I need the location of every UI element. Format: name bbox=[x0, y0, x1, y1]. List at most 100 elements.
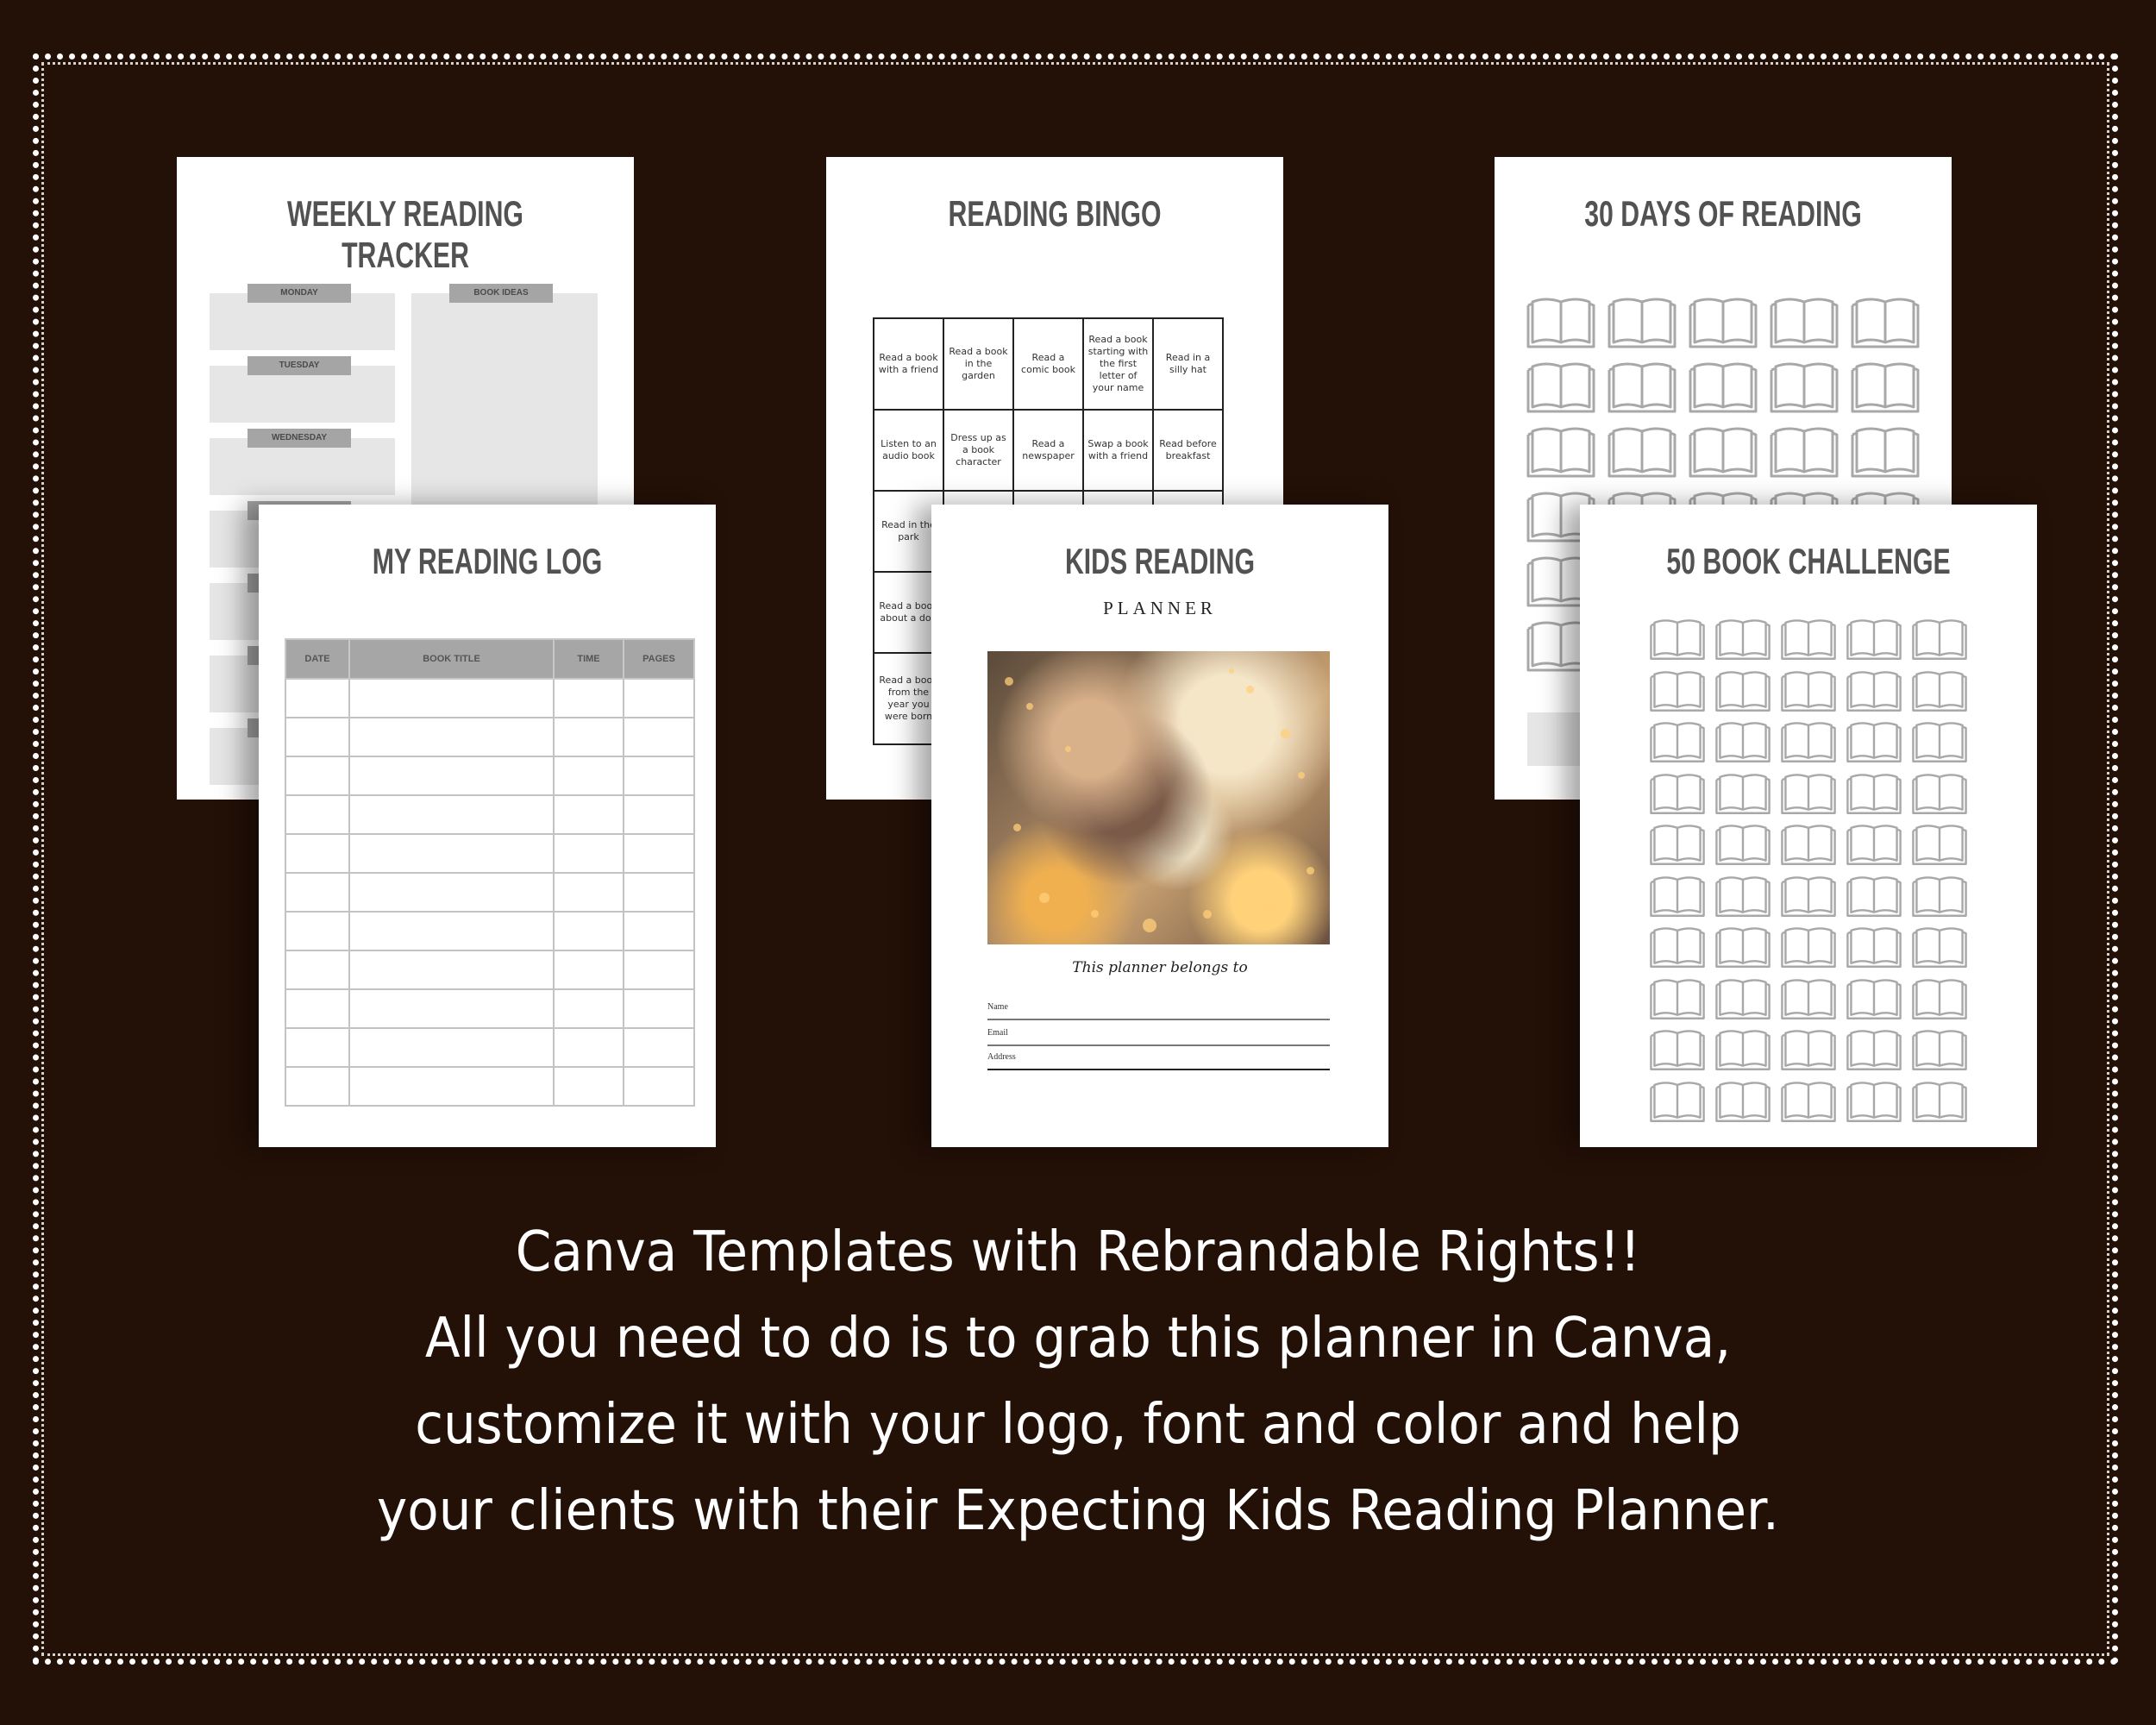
log-cell bbox=[623, 794, 695, 835]
open-book-icon bbox=[1714, 618, 1771, 670]
column-header: DATE bbox=[285, 638, 350, 680]
caption-line-1: Canva Templates with Rebrandable Rights!… bbox=[515, 1220, 1641, 1284]
open-book-icon bbox=[1911, 1081, 1968, 1132]
open-book-icon bbox=[1649, 773, 1706, 825]
bingo-cell: Read a book with a friend bbox=[873, 317, 944, 411]
open-book-icon bbox=[1780, 824, 1837, 875]
bokeh-light bbox=[1005, 677, 1013, 686]
open-book-icon bbox=[1649, 875, 1706, 927]
open-book-icon bbox=[1714, 1081, 1771, 1132]
log-cell bbox=[553, 1027, 624, 1068]
open-book-icon bbox=[1911, 773, 1968, 825]
cover-title: KIDS READING bbox=[1064, 541, 1256, 581]
open-book-icon bbox=[1780, 618, 1837, 670]
open-book-icon bbox=[1769, 426, 1839, 491]
open-book-icon bbox=[1649, 618, 1706, 670]
bokeh-light bbox=[1246, 686, 1254, 693]
bingo-cell: Read before breakfast bbox=[1152, 409, 1224, 492]
open-book-icon bbox=[1526, 426, 1596, 491]
log-cell bbox=[623, 911, 695, 951]
open-book-icon bbox=[1714, 978, 1771, 1030]
open-book-icon bbox=[1846, 721, 1902, 773]
open-book-icon bbox=[1911, 824, 1968, 875]
log-cell bbox=[623, 833, 695, 874]
log-cell bbox=[623, 1066, 695, 1107]
column-header: BOOK TITLE bbox=[348, 638, 555, 680]
log-cell bbox=[623, 717, 695, 757]
bingo-cell: Swap a book with a friend bbox=[1082, 409, 1154, 492]
log-cell bbox=[348, 1027, 555, 1068]
book-icon-grid bbox=[1649, 618, 1968, 1132]
page-title: MY READING LOG bbox=[372, 541, 603, 581]
log-row bbox=[285, 717, 695, 757]
belongs-to-label: This planner belongs to bbox=[1072, 959, 1248, 976]
bokeh-light bbox=[1013, 824, 1021, 831]
log-cell bbox=[285, 1027, 350, 1068]
log-row bbox=[285, 833, 695, 874]
open-book-icon bbox=[1769, 297, 1839, 361]
open-book-icon bbox=[1846, 670, 1902, 722]
log-cell bbox=[623, 950, 695, 990]
open-book-icon bbox=[1780, 773, 1837, 825]
log-cell bbox=[623, 678, 695, 718]
bokeh-light bbox=[1307, 867, 1314, 875]
bingo-cell: Listen to an audio book bbox=[873, 409, 944, 492]
open-book-icon bbox=[1911, 875, 1968, 927]
name-field: Name bbox=[987, 1001, 1330, 1020]
log-cell bbox=[348, 988, 555, 1029]
open-book-icon bbox=[1911, 926, 1968, 978]
log-cell bbox=[553, 678, 624, 718]
bingo-cell: Read a comic book bbox=[1012, 317, 1084, 411]
log-cell bbox=[553, 1066, 624, 1107]
reading-log-page: MY READING LOG DATE BOOK TITLE TIME PAGE… bbox=[259, 505, 716, 1147]
page-title: 30 DAYS OF READING bbox=[1584, 193, 1862, 234]
open-book-icon bbox=[1649, 670, 1706, 722]
log-cell bbox=[348, 794, 555, 835]
kids-reading-planner-cover: KIDS READING PLANNER This planner belong… bbox=[931, 505, 1388, 1147]
log-cell bbox=[285, 988, 350, 1029]
open-book-icon bbox=[1850, 426, 1921, 491]
cover-photo bbox=[987, 651, 1330, 944]
day-label: MONDAY bbox=[248, 284, 351, 303]
open-book-icon bbox=[1780, 1081, 1837, 1132]
open-book-icon bbox=[1846, 926, 1902, 978]
open-book-icon bbox=[1649, 1081, 1706, 1132]
bingo-row: Read a book with a friend Read a book in … bbox=[873, 317, 1224, 411]
open-book-icon bbox=[1714, 721, 1771, 773]
open-book-icon bbox=[1911, 618, 1968, 670]
open-book-icon bbox=[1688, 426, 1758, 491]
open-book-icon bbox=[1526, 297, 1596, 361]
log-row bbox=[285, 1066, 695, 1107]
reading-log-table: DATE BOOK TITLE TIME PAGES bbox=[285, 638, 695, 1107]
open-book-icon bbox=[1780, 978, 1837, 1030]
day-label: TUESDAY bbox=[248, 356, 351, 375]
cover-subtitle: PLANNER bbox=[1103, 598, 1217, 618]
open-book-icon bbox=[1780, 926, 1837, 978]
open-book-icon bbox=[1607, 426, 1677, 491]
open-book-icon bbox=[1714, 875, 1771, 927]
log-cell bbox=[553, 794, 624, 835]
open-book-icon bbox=[1846, 824, 1902, 875]
log-row bbox=[285, 794, 695, 835]
log-cell bbox=[285, 678, 350, 718]
caption-line-4: your clients with their Expecting Kids R… bbox=[377, 1479, 1779, 1543]
bokeh-light bbox=[1263, 901, 1275, 913]
open-book-icon bbox=[1846, 1029, 1902, 1081]
open-book-icon bbox=[1649, 721, 1706, 773]
open-book-icon bbox=[1714, 824, 1771, 875]
log-cell bbox=[285, 717, 350, 757]
log-cell bbox=[348, 1066, 555, 1107]
open-book-icon bbox=[1714, 670, 1771, 722]
open-book-icon bbox=[1846, 618, 1902, 670]
bokeh-light bbox=[1298, 772, 1305, 779]
open-book-icon bbox=[1649, 978, 1706, 1030]
page-title: 50 BOOK CHALLENGE bbox=[1666, 541, 1951, 581]
bokeh-light bbox=[1091, 910, 1099, 918]
open-book-icon bbox=[1649, 926, 1706, 978]
bingo-cell: Read a newspaper bbox=[1012, 409, 1084, 492]
open-book-icon bbox=[1846, 773, 1902, 825]
log-cell bbox=[623, 988, 695, 1029]
open-book-icon bbox=[1911, 978, 1968, 1030]
caption-line-3: customize it with your logo, font and co… bbox=[415, 1393, 1741, 1457]
open-book-icon bbox=[1526, 361, 1596, 426]
